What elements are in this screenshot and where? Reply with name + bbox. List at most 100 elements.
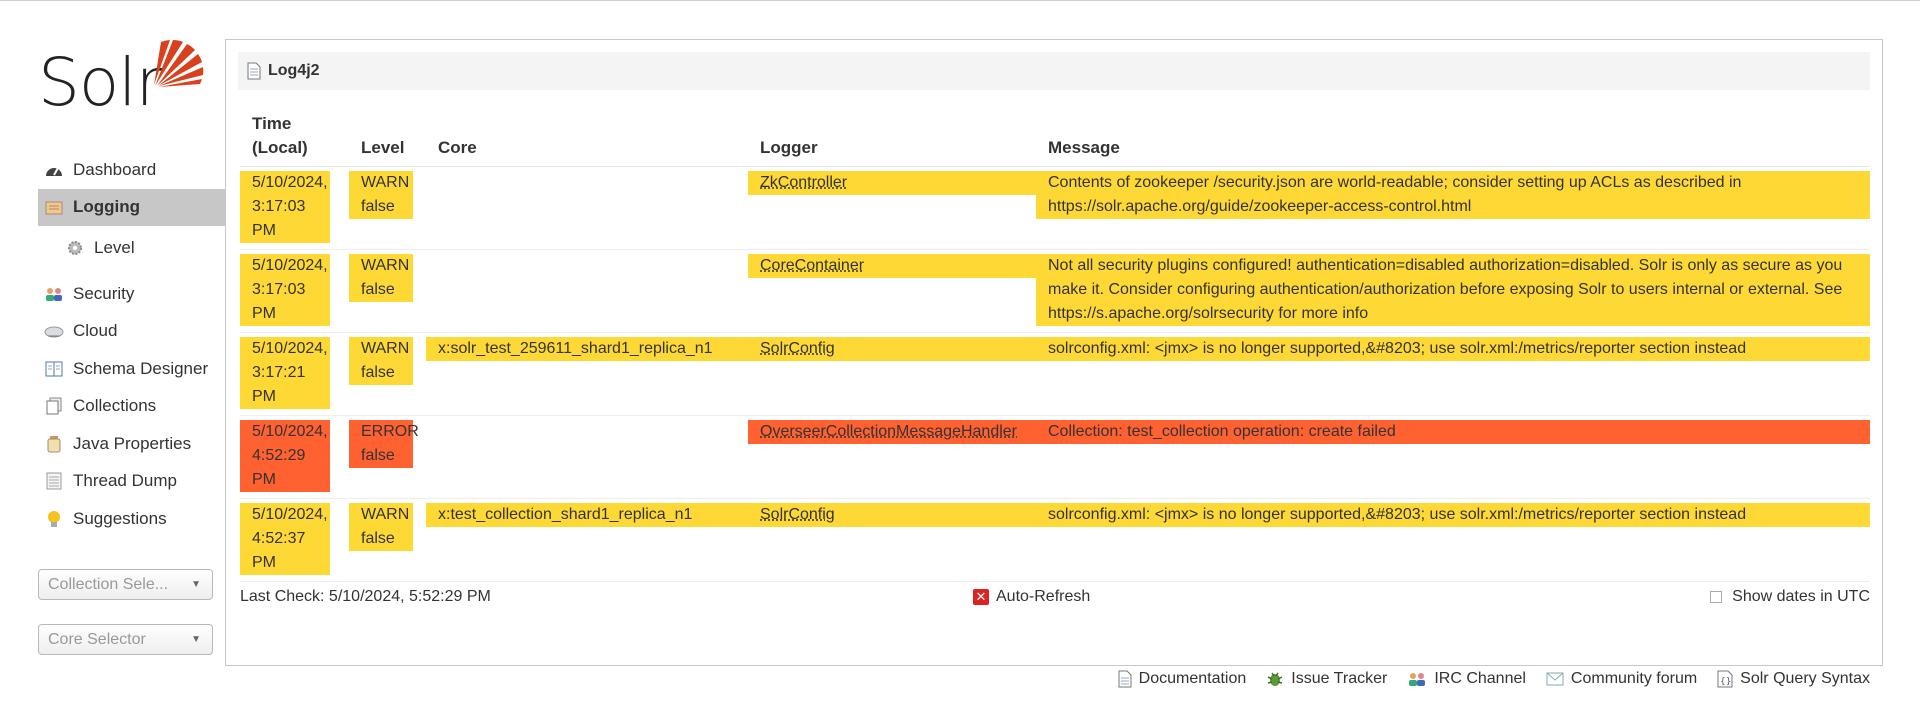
sidebar-item-level[interactable]: Level bbox=[38, 226, 226, 269]
log-row: 5/10/2024, 3:17:21 PM WARN false x:solr_tes… bbox=[240, 333, 1870, 416]
jar-icon bbox=[44, 434, 64, 454]
log-row: 5/10/2024, 3:17:03 PM WARN false CoreContai… bbox=[240, 250, 1870, 333]
log-logger-cell: CoreContainer bbox=[748, 254, 1036, 278]
log-message: solrconfig.xml: <jmx> is no longer suppo… bbox=[1036, 337, 1870, 361]
footer-link-solr-query-syntax[interactable]: {} Solr Query Syntax bbox=[1717, 670, 1870, 688]
log-level: WARN bbox=[361, 340, 410, 357]
logger-link[interactable]: ZkController bbox=[760, 174, 847, 191]
log-flag: false bbox=[361, 364, 395, 381]
sidebar-item-suggestions[interactable]: Suggestions bbox=[38, 500, 226, 538]
log-table: Time (Local) Level Core Logger Message 5… bbox=[240, 106, 1870, 582]
log-message: Contents of zookeeper /security.json are… bbox=[1036, 171, 1870, 219]
security-icon bbox=[44, 284, 64, 304]
log-level: WARN bbox=[361, 174, 410, 191]
cloud-icon bbox=[44, 321, 64, 341]
sidebar-item-label: Cloud bbox=[73, 321, 118, 341]
sidebar-item-security[interactable]: Security bbox=[38, 275, 226, 313]
column-message[interactable]: Message bbox=[1036, 106, 1870, 167]
log-message: Collection: test_collection operation: c… bbox=[1036, 420, 1870, 444]
column-level[interactable]: Level bbox=[349, 106, 426, 167]
collections-icon bbox=[44, 396, 64, 416]
show-utc-label: Show dates in UTC bbox=[1732, 588, 1870, 605]
footer-link-irc-channel[interactable]: IRC Channel bbox=[1407, 670, 1526, 688]
log-time: 5/10/2024, 3:17:03 PM bbox=[240, 254, 330, 326]
logger-link[interactable]: SolrConfig bbox=[760, 506, 835, 523]
log-level-cell: WARN false bbox=[349, 171, 413, 219]
log-level: WARN bbox=[361, 257, 410, 274]
footer-link-community-forum[interactable]: Community forum bbox=[1546, 670, 1697, 688]
panel-header: Log4j2 bbox=[238, 52, 1870, 90]
logger-link[interactable]: CoreContainer bbox=[760, 257, 864, 274]
sidebar-item-collections[interactable]: Collections bbox=[38, 388, 226, 426]
document-icon bbox=[246, 62, 262, 80]
log-row: 5/10/2024, 3:17:03 PM WARN false ZkControll… bbox=[240, 167, 1870, 250]
log-logger-cell: SolrConfig bbox=[748, 503, 1036, 527]
logging-icon bbox=[44, 197, 64, 217]
bug-icon bbox=[1266, 670, 1284, 688]
sidebar-item-label: Security bbox=[73, 283, 135, 303]
sidebar-item-java-properties[interactable]: Java Properties bbox=[38, 425, 226, 463]
top-border bbox=[0, 0, 1920, 1]
chevron-down-icon: ▼ bbox=[191, 634, 201, 645]
gear-icon bbox=[65, 238, 85, 258]
collection-selector[interactable]: Collection Sele... ▼ bbox=[38, 569, 213, 600]
solr-sun-icon bbox=[154, 40, 204, 87]
sidebar: Solr Dashboard Logging Level Security Cloud S… bbox=[0, 0, 226, 725]
log-level: ERROR bbox=[361, 423, 419, 440]
logger-link[interactable]: SolrConfig bbox=[760, 340, 835, 357]
log-level-cell: WARN false bbox=[349, 254, 413, 302]
log-flag: false bbox=[361, 281, 395, 298]
sidebar-item-schema-designer[interactable]: Schema Designer bbox=[38, 350, 226, 388]
sidebar-item-logging[interactable]: Logging bbox=[38, 188, 226, 226]
book-icon bbox=[44, 359, 64, 379]
auto-refresh-toggle[interactable]: ✕ Auto-Refresh bbox=[973, 588, 1090, 606]
column-time[interactable]: Time (Local) bbox=[240, 106, 349, 167]
utc-checkbox[interactable] bbox=[1710, 591, 1723, 603]
solr-logo[interactable]: Solr bbox=[38, 38, 204, 122]
log-flag: false bbox=[361, 530, 395, 547]
last-check: Last Check: 5/10/2024, 5:52:29 PM bbox=[240, 588, 491, 605]
log-core: x:test_collection_shard1_replica_n1 bbox=[426, 503, 748, 527]
log-logger-cell: SolrConfig bbox=[748, 337, 1036, 361]
sidebar-item-label: Logging bbox=[73, 197, 141, 217]
chevron-down-icon: ▼ bbox=[191, 579, 201, 590]
log-time: 5/10/2024, 3:17:03 PM bbox=[240, 171, 330, 243]
log-level-cell: WARN false bbox=[349, 503, 413, 551]
logger-link[interactable]: OverseerCollectionMessageHandler bbox=[760, 423, 1017, 440]
sidebar-item-label: Schema Designer bbox=[73, 358, 209, 378]
main-nav: Dashboard Logging Level Security Cloud Schema… bbox=[38, 151, 226, 538]
query-syntax-icon: {} bbox=[1717, 670, 1733, 688]
panel-title: Log4j2 bbox=[268, 62, 320, 79]
auto-refresh-label: Auto-Refresh bbox=[996, 588, 1091, 605]
sidebar-item-label: Collections bbox=[73, 396, 157, 416]
column-core[interactable]: Core bbox=[426, 106, 748, 167]
sidebar-item-thread-dump[interactable]: Thread Dump bbox=[38, 463, 226, 501]
log-table-header: Time (Local) Level Core Logger Message bbox=[240, 106, 1870, 167]
footer-link-label: Documentation bbox=[1138, 670, 1247, 687]
show-utc-toggle[interactable]: Show dates in UTC bbox=[1710, 588, 1870, 606]
log-time: 5/10/2024, 3:17:21 PM bbox=[240, 337, 330, 409]
footer-link-documentation[interactable]: Documentation bbox=[1118, 670, 1247, 688]
sidebar-item-label: Dashboard bbox=[73, 159, 157, 179]
core-selector[interactable]: Core Selector ▼ bbox=[38, 624, 213, 655]
sidebar-item-cloud[interactable]: Cloud bbox=[38, 313, 226, 351]
collection-selector-label: Collection Sele... bbox=[48, 575, 169, 593]
log-core-cell: x:test_collection_shard1_replica_n1 bbox=[426, 499, 748, 582]
sidebar-item-label: Suggestions bbox=[73, 508, 167, 528]
footer-link-label: Community forum bbox=[1570, 670, 1698, 687]
sidebar-item-dashboard[interactable]: Dashboard bbox=[38, 151, 226, 189]
log-core-cell bbox=[426, 250, 748, 333]
log-flag: false bbox=[361, 447, 395, 464]
log-core-cell: x:solr_test_259611_shard1_replica_n1 bbox=[426, 333, 748, 416]
log-core: x:solr_test_259611_shard1_replica_n1 bbox=[426, 337, 748, 361]
log-row: 5/10/2024, 4:52:29 PM ERROR false OverseerC… bbox=[240, 416, 1870, 499]
lightbulb-icon bbox=[44, 509, 64, 529]
footer-link-issue-tracker[interactable]: Issue Tracker bbox=[1266, 670, 1387, 688]
log-logger-cell: OverseerCollectionMessageHandler bbox=[748, 420, 1036, 444]
logo-text: Solr bbox=[38, 44, 163, 121]
footer-link-label: IRC Channel bbox=[1434, 670, 1526, 687]
log-logger-cell: ZkController bbox=[748, 171, 1036, 195]
footer-links: Documentation Issue Tracker IRC Channel Com… bbox=[1098, 670, 1870, 688]
sidebar-item-label: Thread Dump bbox=[73, 471, 177, 491]
column-logger[interactable]: Logger bbox=[748, 106, 1036, 167]
